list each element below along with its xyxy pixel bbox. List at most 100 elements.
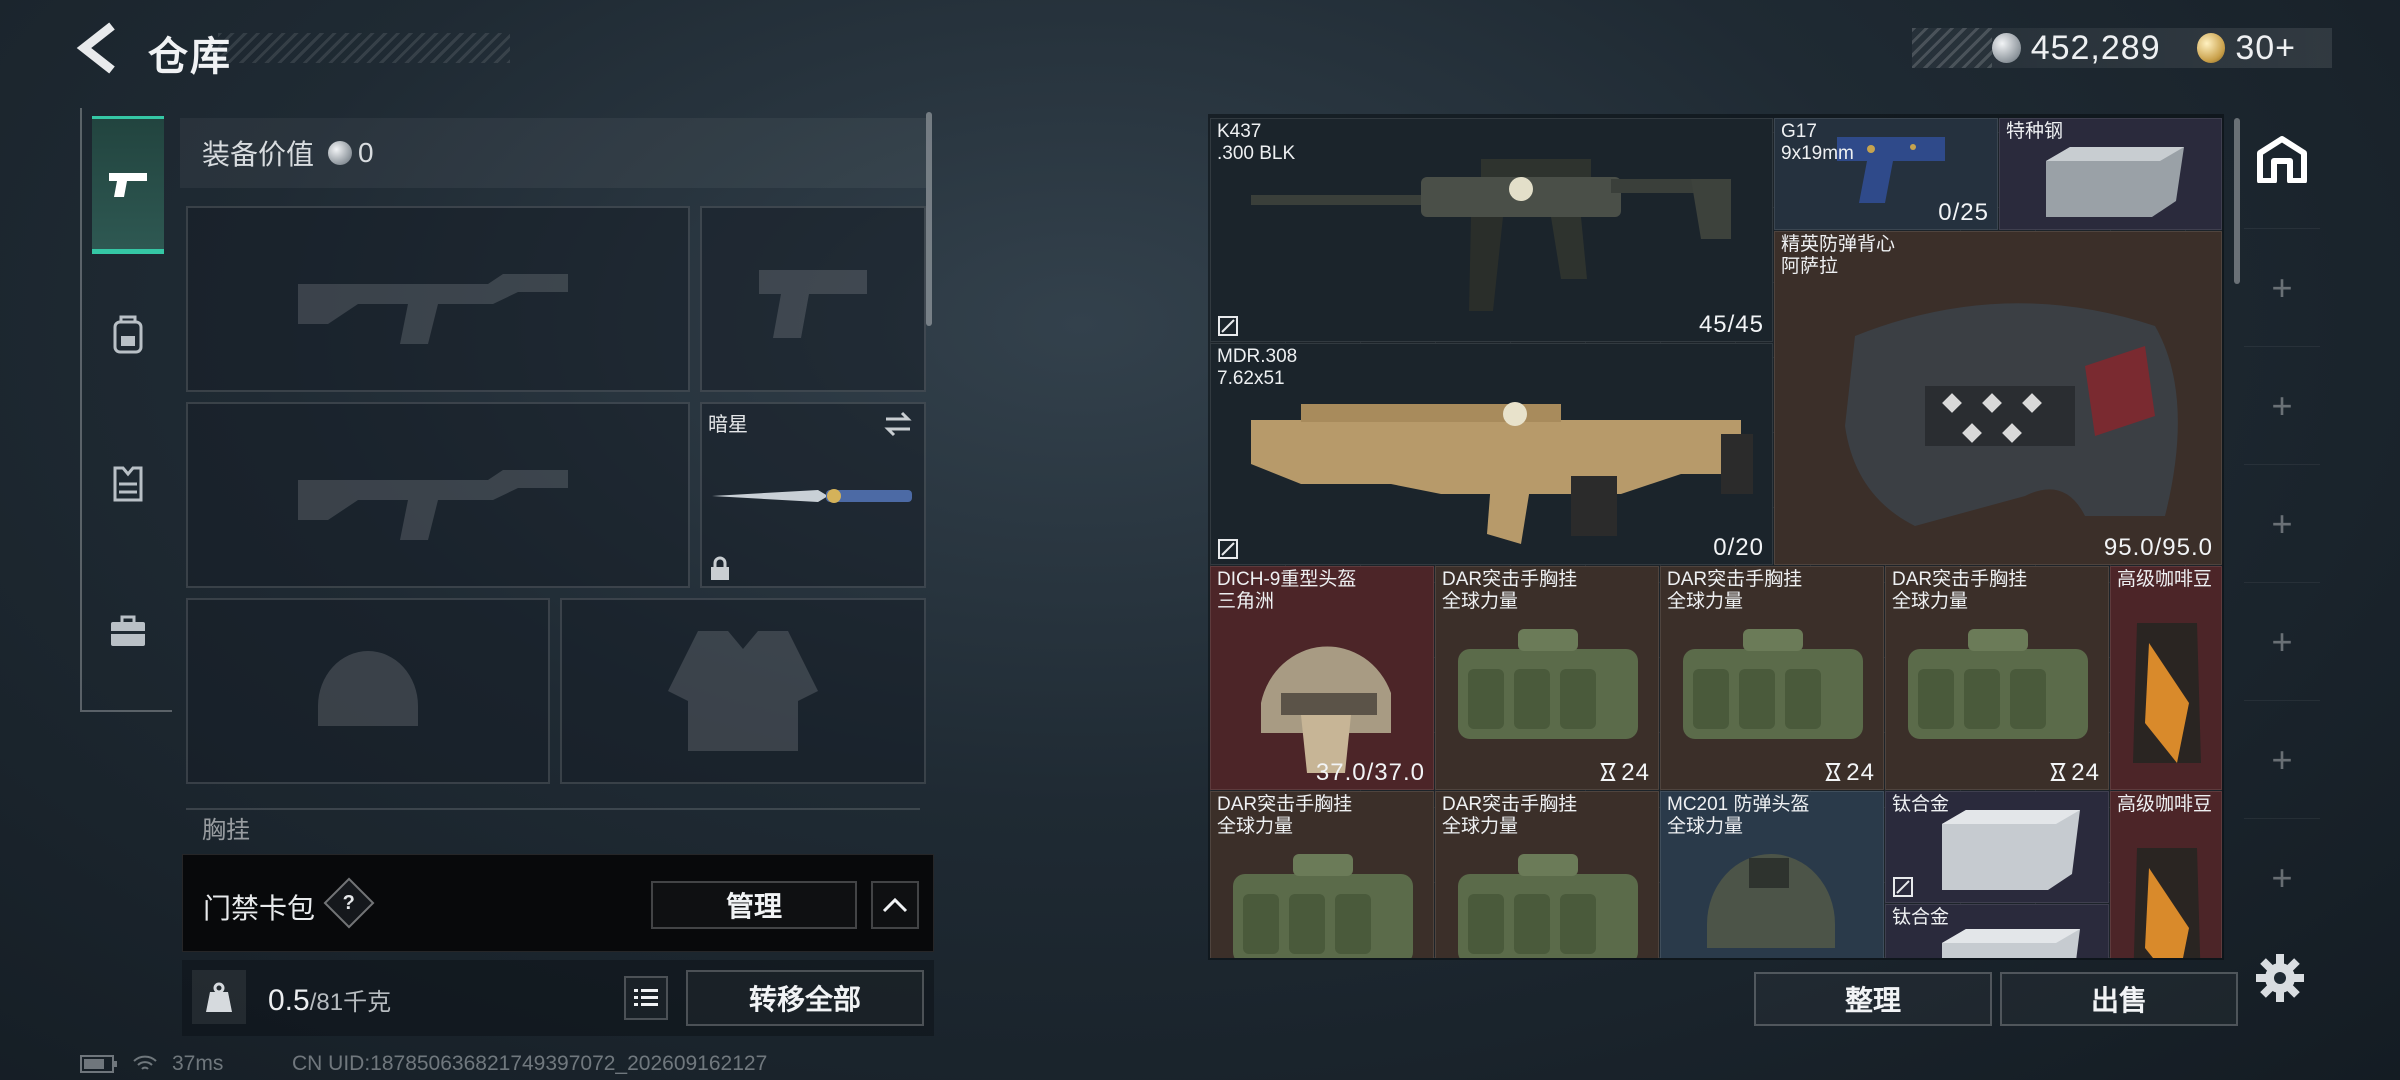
tab-weapons[interactable]	[92, 116, 164, 254]
gold-balance[interactable]: 30+	[2235, 29, 2296, 68]
vest-icon	[113, 466, 143, 502]
item-name: DAR突击手胸挂 全球力量	[1217, 794, 1353, 837]
capacity-icon	[1825, 763, 1841, 781]
stash-item-dar-chest-rig[interactable]: DAR突击手胸挂 全球力量 24	[1660, 566, 1884, 790]
tab-case[interactable]	[92, 562, 164, 700]
item-name: 高级咖啡豆	[2117, 794, 2213, 815]
item-name: 特种钢	[2006, 121, 2064, 142]
title-decoration	[218, 33, 510, 63]
help-button[interactable]: ?	[323, 877, 375, 929]
sell-button[interactable]: 出售	[2000, 972, 2238, 1026]
item-name: MC201 防弹头盔 全球力量	[1667, 794, 1810, 837]
stash-item-premium-coffee[interactable]: 高级咖啡豆	[2110, 791, 2222, 958]
manage-button[interactable]: 管理	[651, 881, 857, 929]
stash-item-g17[interactable]: G17 9x19mm 0/25	[1774, 118, 1998, 230]
armor-vest-icon	[1845, 303, 2178, 526]
item-name: 钛合金	[1892, 794, 1950, 815]
tab-backpack[interactable]	[92, 266, 164, 404]
stash-item-titanium-alloy[interactable]: 钛合金	[1885, 791, 2109, 903]
stash-item-elite-vest[interactable]: 精英防弹背心 阿萨拉 95.0/95.0	[1774, 231, 2222, 565]
chest-rig-icon	[1458, 854, 1638, 958]
sidearm-slot[interactable]	[700, 206, 926, 392]
stash-item-premium-coffee[interactable]: 高级咖啡豆	[2110, 566, 2222, 790]
stash-home-tab[interactable]	[2244, 110, 2320, 208]
stash-item-dich9-helmet[interactable]: DICH-9重型头盔 三角洲 37.0/37.0	[1210, 566, 1434, 790]
helmet-slot[interactable]	[186, 598, 550, 784]
pistol-silhouette-icon	[759, 270, 867, 338]
swap-icon[interactable]	[882, 410, 914, 438]
category-rail	[80, 108, 172, 712]
modified-icon	[1218, 539, 1238, 559]
helmet-silhouette-icon	[318, 651, 418, 726]
silver-coin-icon	[328, 141, 353, 165]
stash-item-dar-chest-rig[interactable]: DAR突击手胸挂 全球力量	[1435, 791, 1659, 958]
equipment-value-label: 装备价值	[202, 139, 315, 170]
stash-item-dar-chest-rig[interactable]: DAR突击手胸挂 全球力量 24	[1885, 566, 2109, 790]
back-button[interactable]	[72, 22, 132, 74]
add-stash-page-tab[interactable]: +	[2244, 700, 2320, 818]
stash-item-dar-chest-rig[interactable]: DAR突击手胸挂 全球力量	[1210, 791, 1434, 958]
wifi-icon	[133, 1055, 157, 1070]
stash-item-mc201-helmet[interactable]: MC201 防弹头盔 全球力量	[1660, 791, 1884, 958]
knife-icon	[712, 489, 912, 503]
stash-item-dar-chest-rig[interactable]: DAR突击手胸挂 全球力量 24	[1435, 566, 1659, 790]
add-stash-page-tab[interactable]: +	[2244, 818, 2320, 936]
capacity-icon	[2050, 763, 2066, 781]
currency-decoration	[1912, 28, 1992, 68]
item-capacity: 24	[2049, 759, 2100, 787]
item-ammo: 0/20	[1713, 534, 1764, 561]
carry-weight: 0.5/81千克	[268, 982, 391, 1018]
equipment-value-header: 装备价值 0	[180, 118, 926, 188]
sort-button[interactable]: 整理	[1754, 972, 1992, 1026]
briefcase-icon	[111, 615, 145, 646]
keycard-label: 门禁卡包	[203, 893, 316, 924]
battle-rifle-icon	[1251, 402, 1753, 544]
primary-weapon-slot[interactable]	[186, 206, 690, 392]
secondary-weapon-slot[interactable]	[186, 402, 690, 588]
steel-ingot-icon	[2046, 147, 2184, 217]
silver-coin-icon	[1992, 33, 2021, 63]
settings-button[interactable]	[2254, 952, 2306, 1004]
stash-panel: K437.300 BLK 45/45 G17 9x19mm 0/25 特种钢 精…	[1208, 114, 2240, 960]
item-name: MDR.308 7.62x51	[1217, 346, 1298, 389]
stash-item-mdr308[interactable]: MDR.308 7.62x51 0/20	[1210, 343, 1773, 565]
coffee-bag-icon	[2133, 623, 2201, 763]
add-stash-page-tab[interactable]: +	[2244, 464, 2320, 582]
stash-page-tabs: + + + + + +	[2244, 110, 2320, 1030]
item-durability: 45/45	[1698, 311, 1764, 338]
chest-rig-icon	[1233, 854, 1413, 958]
loadout-panel: 装备价值 0 暗星 胸挂	[180, 112, 936, 844]
item-name: DICH-9重型头盔 三角洲	[1217, 569, 1357, 612]
status-row: 37ms	[80, 1052, 223, 1076]
keycard-bar: 门禁卡包 ? 管理	[182, 854, 934, 952]
loadout-scrollbar[interactable]	[926, 112, 932, 326]
vest-silhouette-icon	[668, 631, 818, 751]
helmet-icon	[1707, 854, 1835, 948]
stash-item-titanium-alloy[interactable]: 钛合金	[1885, 904, 2109, 958]
item-name: G17 9x19mm	[1781, 121, 1854, 164]
armor-slot[interactable]	[560, 598, 926, 784]
item-name: 钛合金	[1892, 907, 1950, 928]
stash-grid: K437.300 BLK 45/45 G17 9x19mm 0/25 特种钢 精…	[1210, 118, 2222, 958]
tab-vest[interactable]	[92, 414, 164, 552]
chest-rig-icon	[1458, 629, 1638, 739]
weight-icon	[192, 970, 246, 1024]
add-stash-page-tab[interactable]: +	[2244, 228, 2320, 346]
battery-icon	[80, 1055, 117, 1073]
list-view-button[interactable]	[624, 976, 668, 1020]
collapse-button[interactable]	[871, 881, 919, 929]
rifle-silhouette-icon	[298, 274, 568, 344]
stash-scrollbar[interactable]	[2234, 118, 2240, 284]
melee-slot[interactable]: 暗星	[700, 402, 926, 588]
transfer-all-button[interactable]: 转移全部	[686, 970, 924, 1026]
add-stash-page-tab[interactable]: +	[2244, 582, 2320, 700]
item-name: DAR突击手胸挂 全球力量	[1667, 569, 1803, 612]
item-capacity: 24	[1599, 759, 1650, 787]
stash-item-k437[interactable]: K437.300 BLK 45/45	[1210, 118, 1773, 342]
page-title: 仓库	[148, 35, 232, 79]
item-name: 高级咖啡豆	[2117, 569, 2213, 590]
chest-rig-icon	[1908, 629, 2088, 739]
add-stash-page-tab[interactable]: +	[2244, 346, 2320, 464]
stash-item-special-steel[interactable]: 特种钢	[1999, 118, 2222, 230]
list-icon	[634, 989, 658, 1006]
